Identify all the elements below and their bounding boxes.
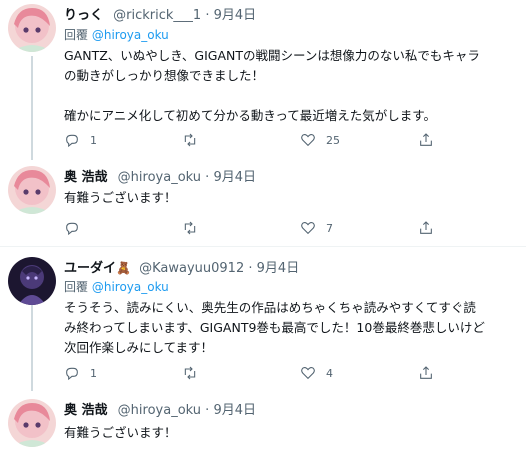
separator-dot: · (205, 170, 210, 185)
reply-mention-link[interactable]: @hiroya_oku (92, 28, 169, 42)
reply-icon (66, 367, 78, 381)
text-line: 有難うございます！ (64, 190, 177, 205)
avatar-rick[interactable] (8, 4, 56, 52)
thread-line (31, 56, 33, 160)
timestamp[interactable]: 9月4日 (214, 8, 257, 23)
text-line: の動きがしっかり想像できました！ (64, 68, 265, 83)
tweet-text: そうそう、読みにくい、奥先生の作品はめちゃくちゃ読みやすくてすぐ読 み終わってし… (64, 298, 516, 358)
timestamp[interactable]: 9月4日 (213, 403, 256, 418)
retweet-button[interactable] (182, 130, 208, 150)
like-icon (301, 222, 315, 235)
tweet-text: 有難うございます！ (64, 423, 516, 443)
text-line: 次回作楽しみにしてます！ (64, 340, 214, 355)
like-button[interactable]: 7 (300, 218, 333, 238)
retweet-button[interactable] (182, 218, 208, 238)
display-name[interactable]: りっく (64, 8, 103, 23)
avatar-oku[interactable] (8, 166, 56, 214)
retweet-button[interactable] (182, 363, 208, 383)
user-handle[interactable]: @rickrick___1 (113, 8, 201, 23)
text-line: GANTZ、いぬやしき、GIGANTの戦闘シーンは想像力のない私でもキャラ (64, 48, 480, 63)
display-name[interactable]: ユーダイ (64, 261, 116, 276)
user-handle[interactable]: @hiroya_oku (118, 170, 201, 185)
like-count: 4 (326, 366, 333, 380)
like-count: 7 (326, 221, 333, 235)
separator-dot: · (205, 403, 210, 418)
tweet-text: GANTZ、いぬやしき、GIGANTの戦闘シーンは想像力のない私でもキャラ の動… (64, 46, 516, 126)
display-name[interactable]: 奥 浩哉 (64, 403, 108, 418)
reply-button[interactable]: 1 (64, 363, 97, 383)
like-button[interactable]: 4 (300, 363, 333, 383)
reply-count: 1 (90, 366, 97, 380)
like-button[interactable]: 25 (300, 130, 340, 150)
reply-icon (66, 222, 78, 236)
text-line: 有難うございます！ (64, 425, 177, 440)
tweet-1[interactable]: りっく @rickrick___1 · 9月4日 回覆 @hiroya_oku … (0, 0, 526, 160)
reply-mention-link[interactable]: @hiroya_oku (92, 280, 169, 294)
tweet-2[interactable]: 奥 浩哉 @hiroya_oku · 9月4日 有難うございます！ 7 (0, 160, 526, 246)
avatar-image (8, 166, 56, 214)
avatar-image (8, 4, 56, 52)
like-icon (301, 367, 315, 380)
tweet-3[interactable]: ユーダイ🧸 @Kawayuu0912 · 9月4日 回覆 @hiroya_oku… (0, 247, 526, 391)
text-line: そうそう、読みにくい、奥先生の作品はめちゃくちゃ読みやすくてすぐ読 (64, 300, 476, 315)
timestamp[interactable]: 9月4日 (213, 170, 256, 185)
reply-button[interactable] (64, 218, 90, 238)
avatar-image (8, 399, 56, 447)
reply-icon (66, 134, 78, 148)
text-line: み終わってしまいます、GIGANT9巻も最高でした！10巻最終巻悲しいけど (64, 320, 485, 335)
text-line: 確かにアニメ化して初めて分かる動きって最近増えた気がします。 (64, 108, 437, 123)
retweet-icon (184, 221, 196, 235)
tweet-text: 有難うございます！ (64, 188, 516, 208)
display-name[interactable]: 奥 浩哉 (64, 170, 108, 185)
like-count: 25 (326, 133, 340, 147)
reply-count: 1 (90, 133, 97, 147)
avatar-image (8, 257, 56, 305)
share-icon (420, 221, 432, 234)
bear-emoji: 🧸 (116, 261, 131, 275)
timestamp[interactable]: 9月4日 (257, 261, 300, 276)
action-bar: 1 25 (64, 130, 484, 150)
reply-button[interactable]: 1 (64, 130, 97, 150)
share-icon (420, 133, 432, 146)
separator-dot: · (205, 8, 210, 23)
avatar-yudai[interactable] (8, 257, 56, 305)
separator-dot: · (248, 261, 253, 276)
share-button[interactable] (418, 218, 434, 238)
text-line (64, 86, 516, 106)
share-button[interactable] (418, 130, 434, 150)
reply-prefix: 回覆 (64, 280, 89, 294)
retweet-icon (184, 133, 196, 147)
share-button[interactable] (418, 363, 434, 383)
user-handle[interactable]: @Kawayuu0912 (139, 261, 244, 276)
reply-prefix: 回覆 (64, 28, 89, 42)
share-icon (420, 366, 432, 379)
action-bar: 1 4 (64, 363, 484, 383)
avatar-oku[interactable] (8, 399, 56, 447)
thread-line (31, 305, 33, 391)
user-handle[interactable]: @hiroya_oku (118, 403, 201, 418)
retweet-icon (184, 366, 196, 380)
tweet-4[interactable]: 奥 浩哉 @hiroya_oku · 9月4日 有難うございます！ (0, 391, 526, 453)
like-icon (301, 134, 315, 147)
action-bar: 7 (64, 218, 484, 238)
